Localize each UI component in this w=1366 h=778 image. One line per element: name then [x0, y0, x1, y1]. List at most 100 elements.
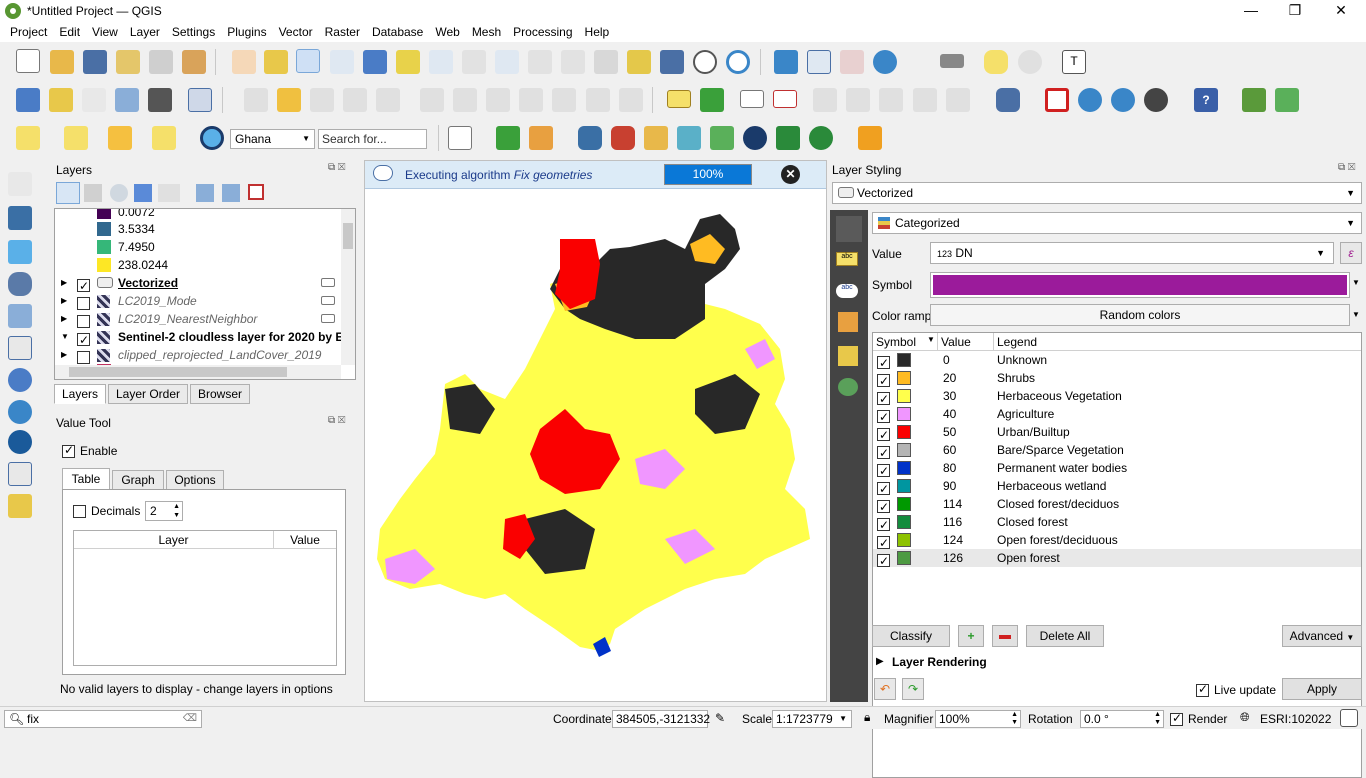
- enable-checkbox[interactable]: [62, 443, 75, 459]
- decimals-checkbox[interactable]: [73, 505, 86, 519]
- georeferencer-icon[interactable]: [1242, 88, 1266, 112]
- live-update-checkbox[interactable]: [1196, 682, 1209, 698]
- add-mesh-layer-icon[interactable]: [8, 240, 32, 264]
- folder-plugin-icon[interactable]: [644, 126, 668, 150]
- menu-web[interactable]: Web: [429, 25, 465, 39]
- minimize-button[interactable]: —: [1228, 0, 1274, 22]
- dock-float-close-icons[interactable]: ⧉ ☒: [328, 162, 345, 173]
- processing-toolbox-icon[interactable]: [873, 50, 897, 74]
- history-tab-icon[interactable]: [838, 378, 858, 396]
- masks-tab-icon[interactable]: abc: [836, 284, 858, 298]
- add-wms-icon[interactable]: [1078, 88, 1102, 112]
- add-raster-layer-icon[interactable]: [8, 206, 32, 230]
- messages-icon[interactable]: [1340, 709, 1358, 727]
- deselect-icon[interactable]: [108, 126, 132, 150]
- diagram-move-icon[interactable]: [946, 88, 970, 112]
- expand-arrow-icon[interactable]: ▶: [61, 292, 67, 310]
- spinner-arrows-icon[interactable]: ▲ ▼: [1154, 711, 1161, 727]
- category-row[interactable]: 90 Herbaceous wetland: [873, 477, 1361, 498]
- menu-processing[interactable]: Processing: [507, 25, 578, 39]
- coordinate-field[interactable]: 384505,-3121332: [612, 710, 710, 728]
- tab-layer-order[interactable]: Layer Order: [108, 384, 188, 404]
- raster-calc-icon[interactable]: [677, 126, 701, 150]
- classify-button[interactable]: Classify: [872, 625, 950, 647]
- value-field-selector[interactable]: 123 DN ▼: [930, 242, 1334, 264]
- change-label-icon[interactable]: [879, 88, 903, 112]
- show-bookmarks-icon[interactable]: [660, 50, 684, 74]
- menu-settings[interactable]: Settings: [166, 25, 221, 39]
- layer-selector[interactable]: Vectorized ▼: [832, 182, 1362, 204]
- 3d-view-tab-icon[interactable]: [838, 312, 858, 332]
- renderer-selector[interactable]: Categorized ▼: [872, 212, 1362, 234]
- expand-arrow-icon[interactable]: ▶: [61, 310, 67, 328]
- crs-label[interactable]: ESRI:102022: [1260, 712, 1331, 726]
- tab-options[interactable]: Options: [166, 470, 224, 490]
- zoom-next-icon[interactable]: [528, 50, 552, 74]
- cut-features-icon[interactable]: [486, 88, 510, 112]
- category-checkbox[interactable]: [877, 354, 890, 372]
- col-header-legend[interactable]: Legend: [997, 335, 1037, 349]
- paste-features-icon[interactable]: [552, 88, 576, 112]
- add-wms-layer-icon[interactable]: [8, 400, 32, 424]
- expand-arrow-icon[interactable]: ▶: [61, 346, 67, 364]
- zoom-native-icon[interactable]: [462, 50, 486, 74]
- metasearch-icon[interactable]: [1144, 88, 1168, 112]
- category-row[interactable]: 30 Herbaceous Vegetation: [873, 387, 1361, 408]
- category-checkbox[interactable]: [877, 516, 890, 534]
- category-row[interactable]: 124 Open forest/deciduous: [873, 531, 1361, 552]
- category-checkbox[interactable]: [877, 390, 890, 408]
- category-row[interactable]: 20 Shrubs: [873, 369, 1361, 390]
- select-features-icon[interactable]: [16, 126, 40, 150]
- filter-expression-icon[interactable]: [158, 184, 180, 202]
- locator-search-icon[interactable]: [200, 126, 224, 150]
- open-styling-icon[interactable]: [56, 182, 80, 204]
- select-by-expression-icon[interactable]: [64, 126, 88, 150]
- add-ring-icon[interactable]: [343, 88, 367, 112]
- menu-vector[interactable]: Vector: [273, 25, 319, 39]
- layer-diagram-icon[interactable]: [700, 88, 724, 112]
- new-map-view-icon[interactable]: [561, 50, 585, 74]
- diagrams-tab-icon[interactable]: [838, 346, 858, 366]
- menu-edit[interactable]: Edit: [53, 25, 86, 39]
- modify-attributes-icon[interactable]: [420, 88, 444, 112]
- close-message-icon[interactable]: ✕: [781, 165, 800, 184]
- scale-field[interactable]: 1:1723779 ▼: [772, 710, 852, 728]
- rotation-field[interactable]: 0.0 ° ▲ ▼: [1080, 710, 1164, 728]
- delete-selected-icon[interactable]: [453, 88, 477, 112]
- layer-checkbox[interactable]: [77, 315, 90, 329]
- category-checkbox[interactable]: [877, 552, 890, 570]
- layer-item-lc2019-mode[interactable]: ▶ LC2019_Mode: [55, 292, 355, 311]
- sort-arrow-icon[interactable]: ▼: [927, 335, 935, 344]
- menu-view[interactable]: View: [86, 25, 124, 39]
- horizontal-scrollbar[interactable]: [55, 365, 341, 379]
- menu-database[interactable]: Database: [366, 25, 429, 39]
- search-input[interactable]: Search for...: [318, 129, 427, 149]
- category-checkbox[interactable]: [877, 426, 890, 444]
- layer-checkbox[interactable]: [77, 331, 90, 349]
- menu-plugins[interactable]: Plugins: [221, 25, 272, 39]
- scrollbar-thumb[interactable]: [343, 223, 353, 249]
- add-category-icon[interactable]: +: [958, 625, 984, 647]
- col-header-layer[interactable]: Layer: [74, 531, 274, 549]
- layer-rendering-section[interactable]: Layer Rendering: [892, 655, 987, 669]
- category-row[interactable]: 60 Bare/Sparce Vegetation: [873, 441, 1361, 462]
- chevron-down-icon[interactable]: ▼: [1352, 278, 1360, 287]
- add-delimited-text-icon[interactable]: [8, 272, 32, 296]
- layer-checkbox[interactable]: [77, 277, 90, 295]
- quickmapservices-icon[interactable]: [1275, 88, 1299, 112]
- magnifier-field[interactable]: 100% ▲ ▼: [935, 710, 1021, 728]
- map-swipe-icon[interactable]: [776, 126, 800, 150]
- new-print-layout-icon[interactable]: [116, 50, 140, 74]
- new-project-icon[interactable]: [16, 49, 40, 73]
- pin-labels-icon[interactable]: [740, 90, 764, 108]
- refresh-icon[interactable]: [726, 50, 750, 74]
- extents-toggle-icon[interactable]: ✎: [715, 711, 725, 725]
- render-checkbox[interactable]: [1170, 711, 1183, 727]
- processing-search-icon[interactable]: [496, 126, 520, 150]
- col-header-value[interactable]: Value: [941, 335, 971, 349]
- field-calculator-icon[interactable]: [840, 50, 864, 74]
- color-ramp-button[interactable]: Random colors: [930, 304, 1350, 326]
- label-tool-icon[interactable]: [667, 90, 691, 108]
- edit-pencil-icon[interactable]: [277, 88, 301, 112]
- category-checkbox[interactable]: [877, 408, 890, 426]
